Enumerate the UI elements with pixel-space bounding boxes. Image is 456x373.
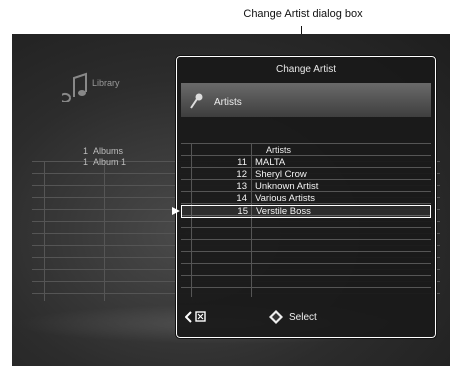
dialog-header: Artists	[181, 83, 431, 117]
dialog-title: Change Artist	[275, 64, 337, 75]
library-label: Library	[92, 78, 120, 88]
music-note-icon	[62, 72, 87, 102]
list-item[interactable]: 12 Sheryl Crow	[181, 169, 431, 181]
list-item-selected[interactable]: 15 Verstile Boss	[172, 205, 431, 218]
list-item[interactable]: 11 MALTA	[181, 157, 431, 169]
back-arrow-icon[interactable]	[185, 310, 209, 324]
select-label: Select	[289, 312, 317, 323]
microphone-icon	[190, 93, 203, 109]
list-item[interactable]: 13 Unknown Artist	[181, 181, 431, 193]
list-header: Artists	[266, 145, 292, 155]
select-diamond-icon[interactable]	[269, 310, 283, 324]
dialog-header-label: Artists	[214, 97, 242, 108]
background-list: 1 Albums 1 Album 1	[72, 146, 126, 168]
callout-label: Change Artist dialog box	[243, 8, 363, 20]
list-item[interactable]: 14 Various Artists	[181, 193, 431, 205]
selection-marker-icon	[172, 207, 180, 215]
list-item: 1 Album 1	[82, 157, 127, 167]
change-artist-dialog: Change Artist Artists Artists 11 MALTA 12…	[172, 55, 437, 339]
dialog-footer: Select	[181, 303, 431, 333]
list-item: 1 Albums	[82, 146, 124, 156]
